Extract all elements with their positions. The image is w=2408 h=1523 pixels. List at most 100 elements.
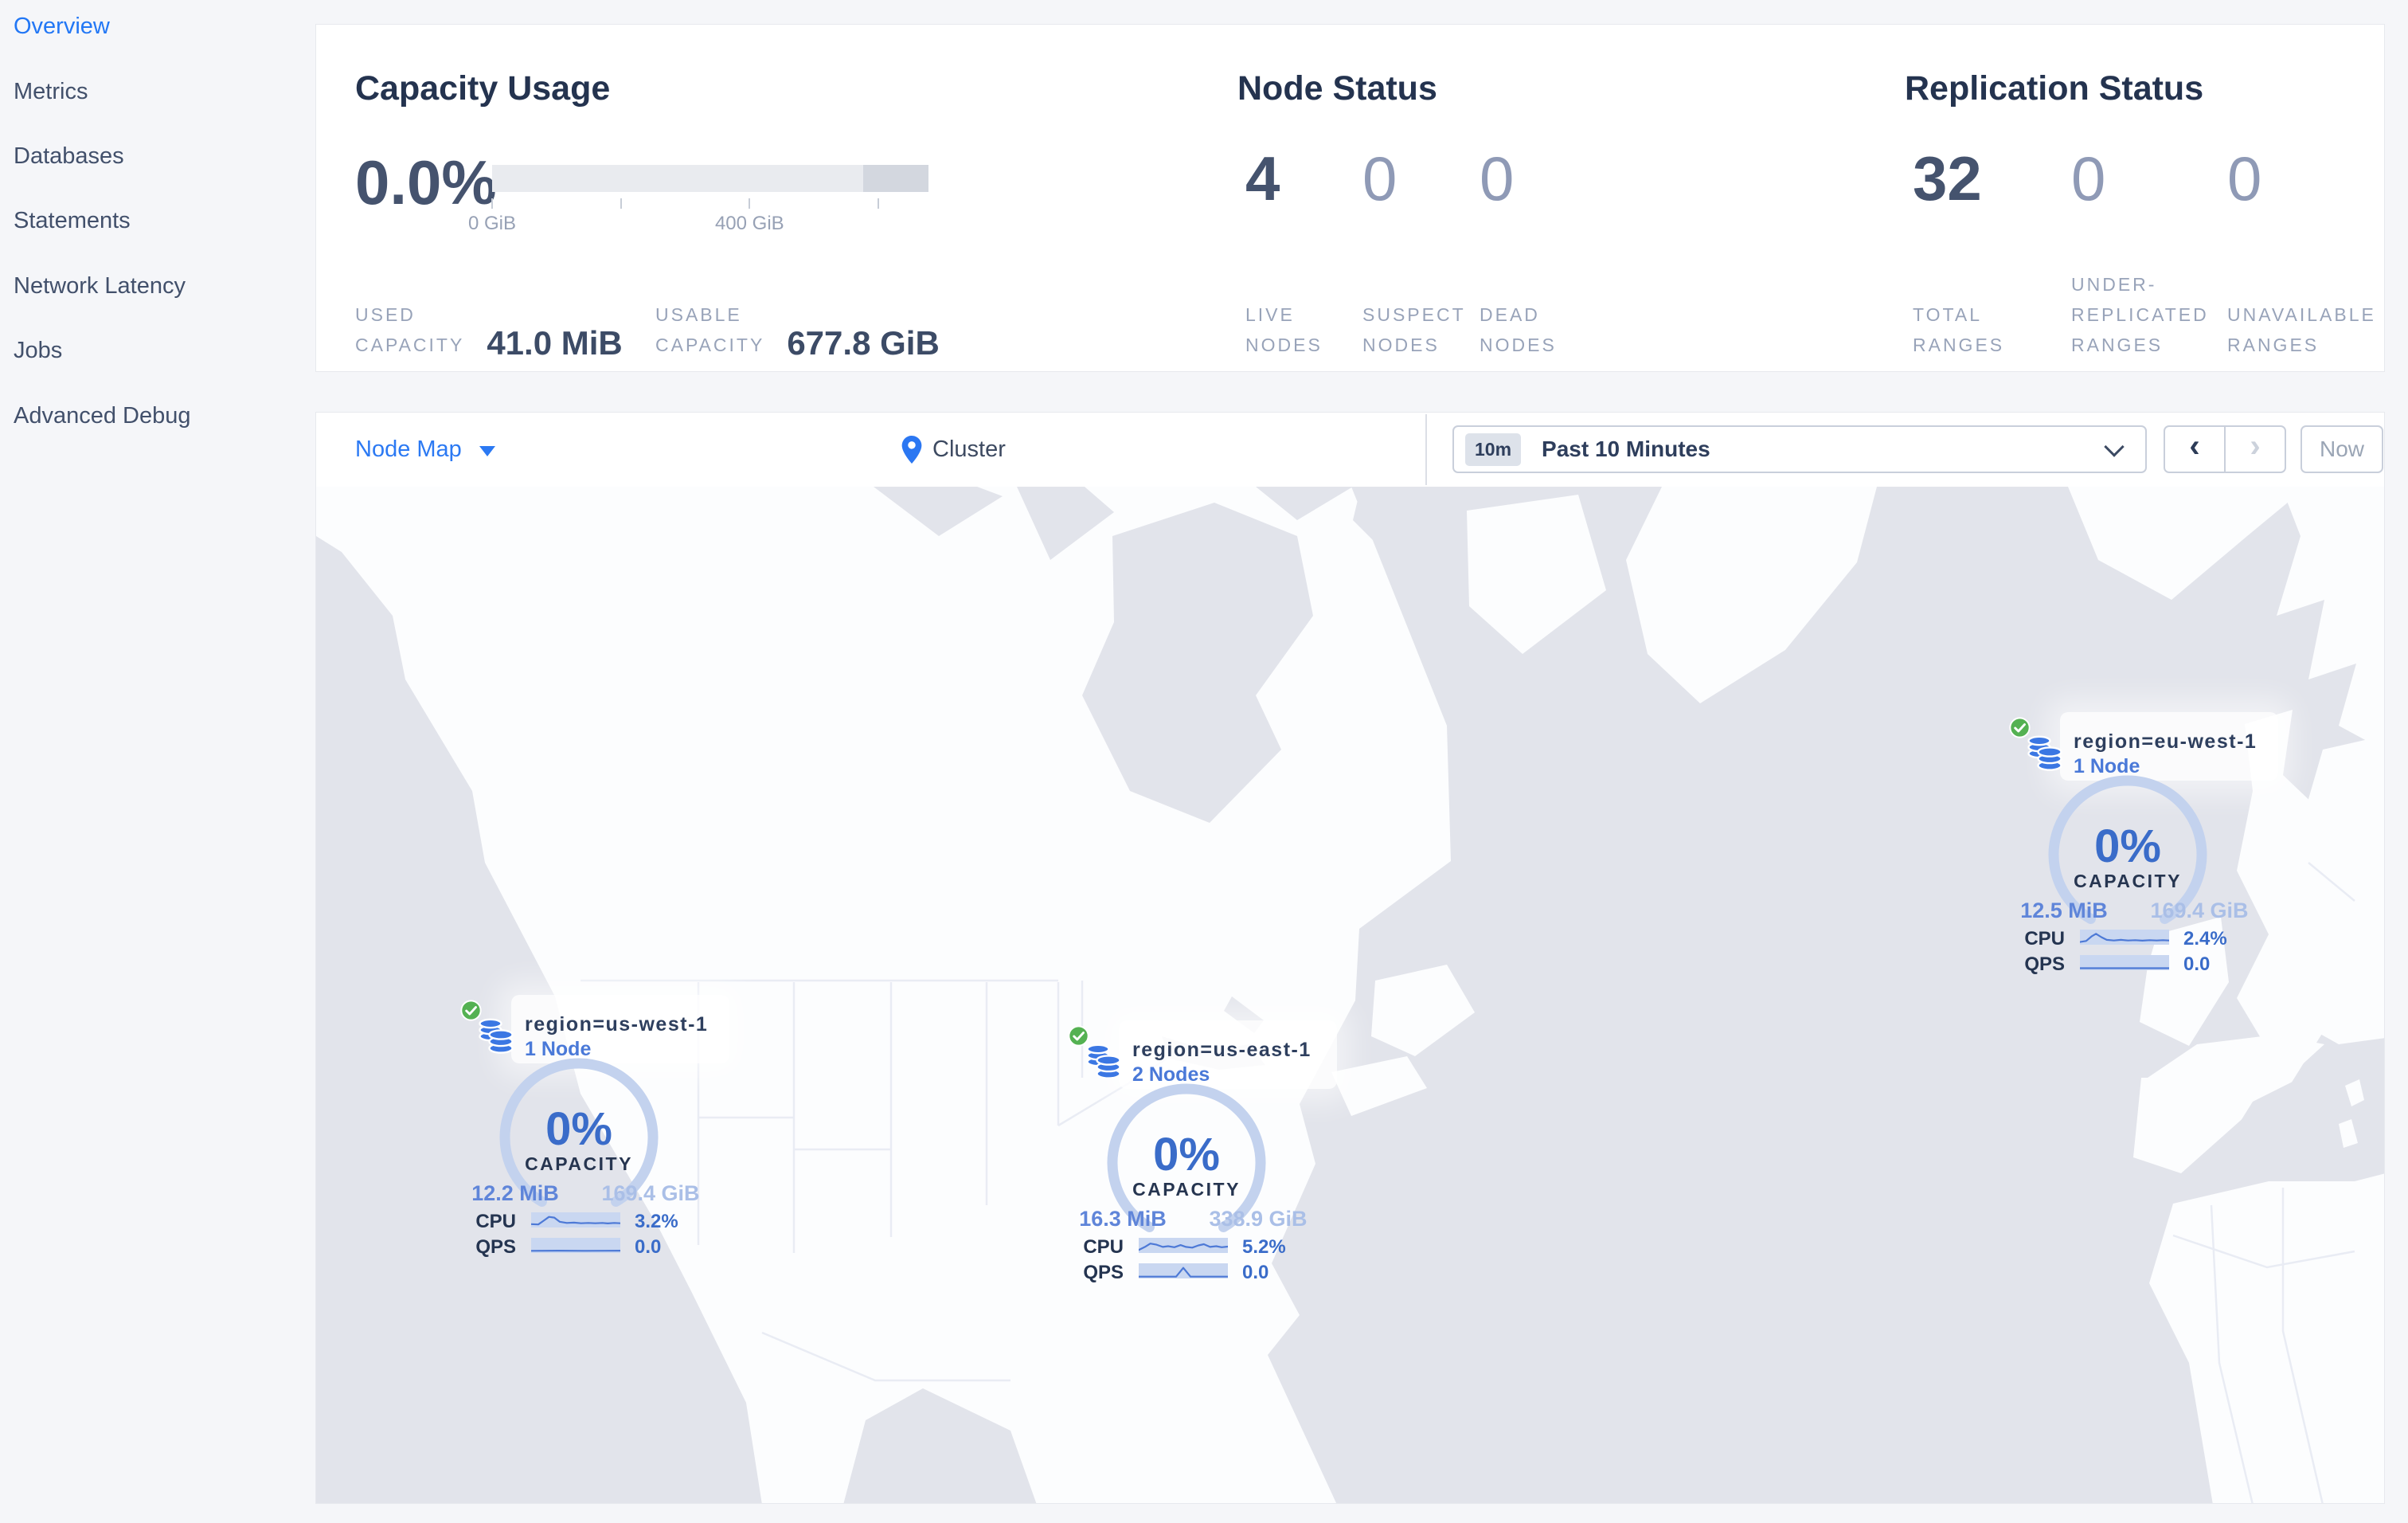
cpu-label: CPU (2024, 928, 2065, 949)
caret-down-icon (479, 446, 495, 456)
sidebar-item-metrics[interactable]: Metrics (0, 59, 315, 123)
capacity-bar-chart: 0 GiB 400 GiB (468, 165, 928, 260)
capacity-total-value: 169.4 GiB (2150, 899, 2249, 922)
capacity-stat-label: USABLE CAPACITY (655, 304, 765, 355)
capacity-used-percent: 0.0% (355, 147, 497, 217)
capacity-total-value: 169.4 GiB (601, 1181, 700, 1205)
gauge-percent: 0% (1153, 1129, 1220, 1180)
time-now-button[interactable]: Now (2300, 425, 2383, 473)
replication-label: TOTAL RANGES (1913, 304, 2005, 355)
node-map[interactable]: region=us-west-1 1 Node 0% CAPACITY 12.2 MiB… (316, 487, 2384, 1503)
time-window-badge: 10m (1465, 433, 1522, 466)
qps-sparkline (530, 1238, 622, 1253)
map-toolbar: Node Map Cluster 10m Past 10 Minutes ‹ › (316, 413, 2384, 487)
replication-status-title: Replication Status (1905, 69, 2204, 108)
node-status-metric: 4 LIVE NODES (1245, 147, 1323, 360)
time-window-dropdown[interactable]: 10m Past 10 Minutes (1452, 425, 2147, 473)
gauge-capacity-label: CAPACITY (2074, 871, 2182, 891)
sidebar-item-statements[interactable]: Statements (0, 189, 315, 253)
capacity-usage-title: Capacity Usage (355, 69, 611, 108)
capacity-bar-track (492, 165, 928, 192)
qps-sparkline (2078, 955, 2171, 970)
replication-metric: 0 UNDER- REPLICATED RANGES (2071, 147, 2209, 360)
qps-label: QPS (475, 1236, 516, 1258)
sidebar-item-overview[interactable]: Overview (0, 0, 315, 59)
qps-value: 0.0 (635, 1236, 662, 1258)
qps-label: QPS (2024, 953, 2065, 975)
capacity-used-value: 12.2 MiB (471, 1181, 559, 1205)
qps-sparkline (1137, 1263, 1229, 1278)
replication-metric: 32 TOTAL RANGES (1913, 147, 2004, 360)
capacity-bar-tick (877, 198, 879, 209)
qps-value: 0.0 (2183, 953, 2211, 975)
capacity-stat-value: 677.8 GiB (787, 324, 940, 362)
sidebar-item-databases[interactable]: Databases (0, 124, 315, 189)
capacity-bar-tick-label: 0 GiB (467, 213, 517, 234)
region-marker[interactable]: region=us-east-1 2 Nodes 0% CAPACITY 16.3 Mi… (1039, 1016, 1342, 1286)
capacity-stat-label: USED CAPACITY (355, 304, 465, 355)
time-step-buttons: ‹ › (2164, 425, 2286, 473)
node-status-value: 0 (1480, 143, 1515, 213)
capacity-total-value: 338.9 GiB (1209, 1207, 1308, 1231)
cpu-label: CPU (475, 1211, 516, 1232)
sidebar-item-network-latency[interactable]: Network Latency (0, 254, 315, 319)
sidebar-item-advanced-debug[interactable]: Advanced Debug (0, 383, 315, 448)
node-status-value: 4 (1245, 143, 1280, 213)
gauge-capacity-label: CAPACITY (1132, 1179, 1241, 1200)
view-mode-dropdown[interactable]: Node Map (355, 413, 495, 487)
db-console-overview-page: Overview Metrics Databases Statements Networ… (0, 0, 2408, 1523)
capacity-bar-highlight (862, 165, 928, 192)
breadcrumb-label: Cluster (932, 437, 1006, 462)
cpu-value: 3.2% (635, 1211, 678, 1232)
replication-label: UNAVAILABLE RANGES (2227, 304, 2376, 355)
cpu-value: 5.2% (1242, 1236, 1286, 1258)
capacity-bar-tick (749, 198, 751, 209)
replication-label: UNDER- REPLICATED RANGES (2071, 274, 2209, 355)
cpu-sparkline (1137, 1238, 1229, 1253)
capacity-bar-tick (491, 198, 493, 209)
cpu-value: 2.4% (2183, 928, 2227, 949)
map-pin-icon (901, 436, 922, 464)
capacity-used-value: 16.3 MiB (1079, 1207, 1167, 1231)
sidebar: Overview Metrics Databases Statements Networ… (0, 0, 315, 1523)
replication-value: 0 (2071, 143, 2106, 213)
cpu-label: CPU (1083, 1236, 1124, 1258)
time-next-button[interactable]: › (2224, 427, 2285, 472)
capacity-bar-tick (620, 198, 622, 209)
view-mode-label: Node Map (355, 437, 462, 462)
gauge-capacity-label: CAPACITY (525, 1153, 633, 1174)
replication-value: 32 (1913, 143, 1982, 213)
time-window-label: Past 10 Minutes (1542, 437, 1710, 461)
chevron-down-icon (2104, 437, 2125, 457)
cpu-sparkline (2078, 930, 2171, 945)
time-prev-button[interactable]: ‹ (2165, 427, 2224, 472)
node-status-value: 0 (1362, 143, 1398, 213)
replication-value: 0 (2227, 143, 2262, 213)
node-status-label: LIVE NODES (1245, 304, 1323, 355)
capacity-stat: USABLE CAPACITY 677.8 GiB (655, 300, 940, 360)
node-status-metric: 0 SUSPECT NODES (1362, 147, 1466, 360)
qps-value: 0.0 (1242, 1262, 1269, 1283)
sidebar-item-jobs[interactable]: Jobs (0, 319, 315, 383)
cpu-sparkline (530, 1212, 622, 1227)
node-status-label: DEAD NODES (1480, 304, 1557, 355)
toolbar-divider (1425, 414, 1427, 485)
cluster-summary-card: Capacity Usage 0.0% 0 GiB 400 GiB USED CAP… (315, 24, 2385, 372)
node-map-card: Node Map Cluster 10m Past 10 Minutes ‹ › (315, 412, 2385, 1504)
capacity-used-value: 12.5 MiB (2020, 899, 2108, 922)
capacity-bar-tick-label: 400 GiB (714, 213, 784, 234)
region-name[interactable]: region=us-west-1 (525, 1013, 708, 1036)
node-status-title: Node Status (1237, 69, 1437, 108)
node-status-metric: 0 DEAD NODES (1480, 147, 1557, 360)
region-name[interactable]: region=us-east-1 (1132, 1039, 1312, 1062)
region-marker[interactable]: region=us-west-1 1 Node 0% CAPACITY 12.2 MiB… (432, 990, 734, 1261)
qps-label: QPS (1083, 1262, 1124, 1283)
breadcrumb[interactable]: Cluster (901, 413, 1006, 487)
replication-metric: 0 UNAVAILABLE RANGES (2227, 147, 2376, 360)
capacity-stat: USED CAPACITY 41.0 MiB (355, 300, 623, 360)
region-name[interactable]: region=eu-west-1 (2074, 730, 2257, 754)
gauge-percent: 0% (545, 1103, 612, 1155)
region-marker[interactable]: region=eu-west-1 1 Node 0% CAPACITY 12.5 MiB… (1980, 707, 2283, 978)
node-status-label: SUSPECT NODES (1362, 304, 1466, 355)
gauge-percent: 0% (2094, 820, 2161, 872)
